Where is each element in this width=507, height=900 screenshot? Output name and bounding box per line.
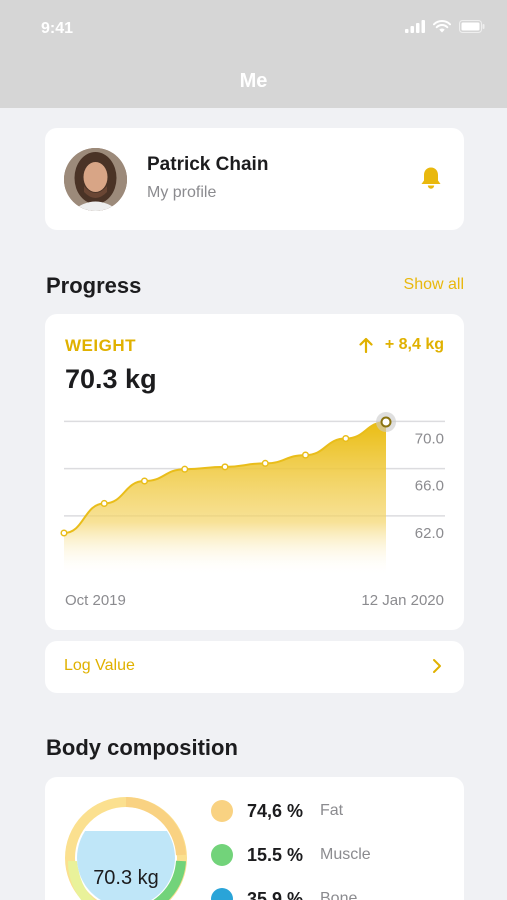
- profile-name: Patrick Chain: [147, 154, 269, 175]
- chart-area: [64, 422, 386, 576]
- fat-dot: [211, 800, 233, 822]
- progress-title: Progress: [46, 273, 142, 298]
- legend-name: Fat: [320, 802, 344, 819]
- weight-card[interactable]: WEIGHT + 8,4 kg 70.3 kg 62.0 66.0 70.0 Oct…: [45, 314, 464, 630]
- profile-card[interactable]: Patrick Chain My profile: [45, 128, 464, 230]
- log-value-button[interactable]: Log Value: [45, 641, 464, 693]
- legend-pct: 35,9 %: [247, 888, 304, 900]
- chart-point: [380, 416, 392, 428]
- status-time: 9:41: [41, 20, 74, 37]
- composition-center-value: 70.3 kg: [93, 867, 159, 889]
- legend-item-fat: 74,6 % Fat: [211, 800, 343, 822]
- show-all-link[interactable]: Show all: [404, 276, 464, 294]
- bone-dot: [211, 888, 233, 900]
- avatar[interactable]: [64, 148, 127, 211]
- legend-item-bone: 35,9 % Bone: [211, 888, 357, 900]
- body-composition-title: Body composition: [46, 735, 238, 760]
- wifi-icon: [433, 20, 451, 33]
- chart-point: [221, 463, 229, 471]
- body-composition-card[interactable]: 70.3 kg 74,6 % Fat 15.5 % Muscle 35,9 % …: [45, 777, 464, 900]
- chart-point: [181, 465, 189, 473]
- composition-donut: 70.3 kg: [65, 797, 187, 900]
- legend-pct: 15.5 %: [247, 844, 304, 865]
- chart-point: [261, 459, 269, 467]
- chart-y-tick-label: 66.0: [415, 478, 444, 495]
- muscle-dot: [211, 844, 233, 866]
- status-icons: [405, 20, 485, 33]
- chart-date-end: 12 Jan 2020: [361, 592, 444, 609]
- chart-point: [140, 477, 149, 485]
- legend-name: Muscle: [320, 846, 371, 863]
- bell-icon[interactable]: [420, 166, 442, 190]
- legend-pct: 74,6 %: [247, 800, 304, 821]
- weight-chart: 62.0 66.0 70.0: [60, 412, 445, 576]
- profile-subtitle[interactable]: My profile: [147, 184, 216, 202]
- page-title: Me: [239, 70, 268, 92]
- legend-name: Bone: [320, 890, 358, 900]
- chart-point: [60, 529, 68, 537]
- chart-y-tick-label: 62.0: [415, 525, 444, 542]
- chart-point: [301, 451, 310, 459]
- battery-icon: [459, 20, 485, 33]
- chart-point: [342, 434, 350, 443]
- chart-y-tick-label: 70.0: [415, 430, 444, 447]
- chart-date-start: Oct 2019: [65, 592, 126, 609]
- signal-icon: [405, 20, 425, 33]
- chevron-right-icon: [433, 659, 441, 673]
- header: 9:41 Me: [0, 0, 507, 108]
- legend-item-muscle: 15.5 % Muscle: [211, 844, 371, 866]
- log-value-label: Log Value: [64, 657, 135, 674]
- chart-point: [100, 499, 108, 508]
